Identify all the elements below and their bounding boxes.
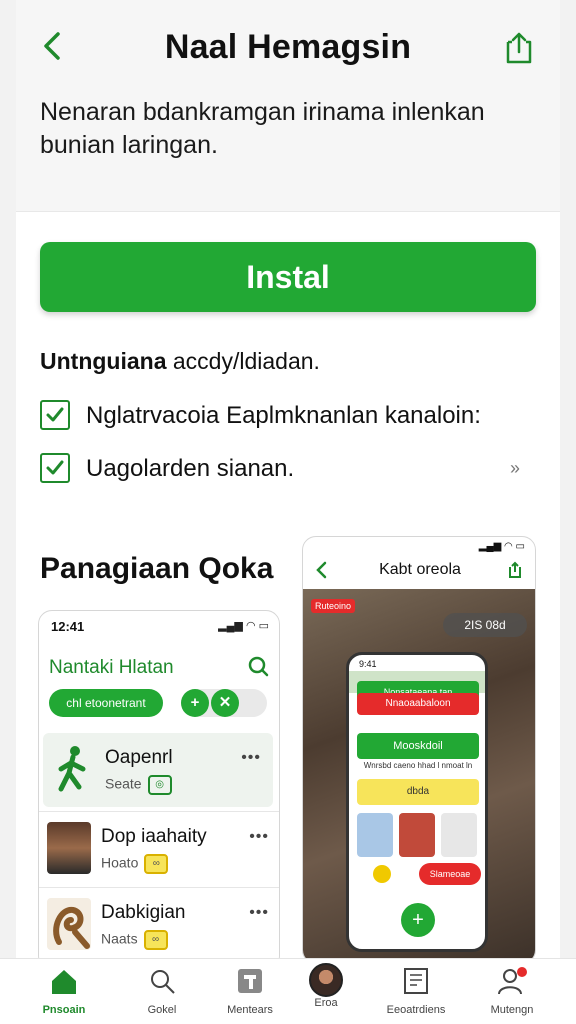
green-button[interactable]: Mooskdoil	[357, 733, 479, 759]
avatar	[47, 822, 91, 874]
chevron-right-icon[interactable]: ››	[510, 458, 520, 479]
yellow-button[interactable]: dbda	[357, 779, 479, 805]
screen-title: Kabt oreola	[379, 561, 461, 578]
item-sub-text: Seate	[105, 775, 142, 792]
status-time: 12:41	[51, 619, 85, 634]
install-button[interactable]: Instal	[40, 242, 536, 312]
yellow-dot-icon[interactable]	[373, 865, 391, 883]
checkbox-1[interactable]	[40, 400, 70, 430]
search-icon	[247, 655, 269, 677]
coil-icon	[47, 898, 91, 950]
screenshot-left[interactable]: 12:41 ▂▄▆ ◠ ▭ Nantaki Hlatan chl etoonet…	[38, 610, 280, 970]
tab-home[interactable]: Pnsoain	[16, 967, 112, 1016]
thumb-3[interactable]	[441, 813, 477, 857]
share-icon	[506, 32, 532, 64]
profile-icon	[498, 967, 527, 995]
tab-label: Eroa	[314, 997, 338, 1009]
app-title: Nantaki Hlatan	[49, 657, 174, 678]
list-item[interactable]: Dop iaahaity Hoato ∞ •••	[39, 811, 279, 885]
item-sub-text: Hoato	[101, 854, 139, 871]
avatar-icon	[309, 963, 343, 997]
badge-icon: ◎	[147, 775, 172, 795]
tab-notes[interactable]: Eeoatrdiens	[368, 967, 464, 1016]
app-description: Nenaran bdankramgan irinama inlenkan bun…	[40, 98, 485, 159]
cross-icon[interactable]: ✕	[211, 689, 239, 717]
more-icon[interactable]: •••	[249, 904, 269, 922]
home-icon	[52, 970, 76, 994]
requirements-heading-rest: accdy/ldiadan.	[166, 348, 320, 374]
tab-label: Mutengn	[490, 1004, 534, 1016]
badge-icon: ∞	[143, 930, 168, 950]
walker-icon	[58, 746, 86, 792]
search-icon	[151, 970, 175, 994]
check-icon	[46, 460, 64, 475]
tab-label: Eeoatrdiens	[386, 1004, 446, 1016]
tab-profile[interactable]: Mutengn	[464, 967, 560, 1016]
share-button[interactable]	[500, 30, 538, 66]
item-sub: Naats ∞	[101, 930, 168, 950]
tab-label: Pnsoain	[42, 1004, 86, 1016]
check-icon	[46, 407, 64, 422]
more-icon[interactable]: •••	[249, 828, 269, 846]
page-title: Naal Hemagsin	[164, 28, 412, 66]
checkbox-2[interactable]	[40, 453, 70, 483]
status-icons: ▂▄▆ ◠ ▭	[218, 620, 269, 632]
item-name: Dabkigian	[101, 902, 186, 923]
requirements-heading: Untnguiana accdy/ldiadan.	[40, 348, 320, 375]
notes-icon	[404, 968, 428, 994]
apps-icon	[238, 969, 262, 993]
status-icons: ▂▄▆ ◠ ▭	[478, 541, 525, 552]
share-icon[interactable]	[507, 561, 523, 579]
item-name: Oapenrl	[105, 747, 173, 768]
list-item[interactable]: Dabkigian Naats ∞ •••	[39, 887, 279, 961]
badge-icon: ∞	[144, 854, 169, 874]
toggle-group[interactable]: + ✕	[181, 689, 267, 717]
inner-time: 9:41	[359, 659, 377, 669]
more-icon[interactable]: •••	[241, 749, 261, 767]
tab-search[interactable]: Gokel	[114, 967, 210, 1016]
item-sub: Hoato ∞	[101, 854, 169, 874]
tab-avatar[interactable]: Eroa	[278, 963, 374, 1009]
bottom-red-button[interactable]: Slameoae	[419, 863, 481, 885]
date-tag[interactable]: 2IS 08d	[443, 613, 527, 637]
filter-chip[interactable]: chl etoonetrant	[49, 689, 163, 717]
requirements-heading-bold: Untnguiana	[40, 348, 167, 374]
info-text: Wnrsbd caeno hhad l nmoat ln	[363, 761, 473, 770]
thumb-1[interactable]	[357, 813, 393, 857]
tab-label: Gokel	[147, 1004, 177, 1016]
plus-icon[interactable]: +	[181, 689, 209, 717]
screenshots-title: Panagiaan Qoka	[40, 552, 274, 585]
list-item[interactable]: Oapenrl Seate ◎ •••	[43, 733, 273, 807]
live-badge: Ruteoino	[311, 599, 355, 613]
bottom-tab-bar: Pnsoain Gokel Mentears Eroa Eeoatrdiens …	[0, 958, 576, 1024]
item-name: Dop iaahaity	[101, 826, 207, 847]
add-button[interactable]: +	[401, 903, 435, 937]
checkbox-1-label: Nglatrvacoia Eaplmknanlan kanaloin:	[86, 402, 481, 429]
thumb-2[interactable]	[399, 813, 435, 857]
checkbox-2-label: Uagolarden sianan.	[86, 455, 295, 482]
item-sub: Seate ◎	[105, 775, 172, 795]
red-button[interactable]: Nnaoaabaloon	[357, 693, 479, 715]
inner-phone: 9:41 Nonsataeana tan Nnaoaabaloon Mooskd…	[346, 652, 488, 952]
item-sub-text: Naats	[101, 930, 138, 947]
